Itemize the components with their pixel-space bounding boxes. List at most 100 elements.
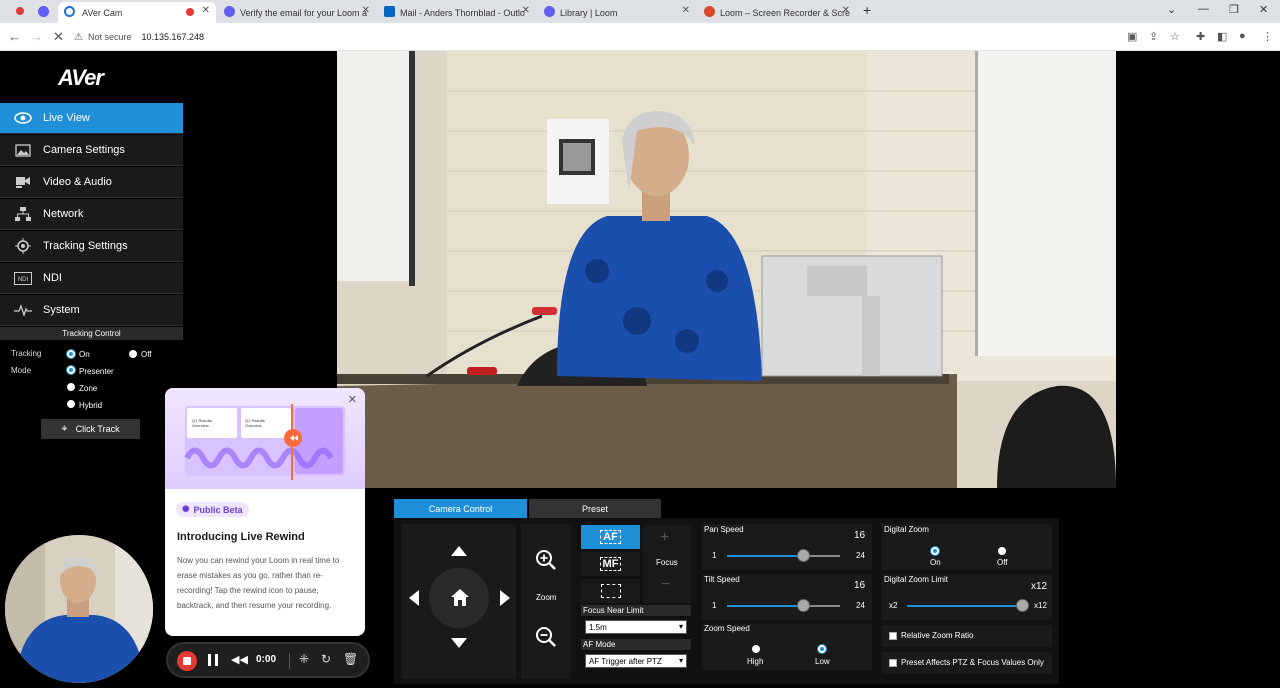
browser-tab-verify-email[interactable]: Verify the email for your Loom a ✕ (218, 2, 376, 23)
network-icon (13, 206, 33, 222)
sidebar-item-live-view[interactable]: Live View (0, 103, 183, 134)
menu-dots-icon[interactable]: ⋮ (1262, 30, 1273, 43)
focus-near-limit-select[interactable]: 1.5m ▾ (585, 620, 687, 634)
live-video-feed[interactable] (337, 51, 1116, 488)
tracking-off-radio[interactable] (129, 350, 137, 358)
minimize-icon[interactable]: — (1198, 3, 1209, 15)
sidebar-item-network[interactable]: Network (0, 199, 183, 230)
browser-tab-loom[interactable] (32, 2, 56, 23)
mode-presenter-radio[interactable] (67, 366, 75, 374)
security-label[interactable]: Not secure (88, 32, 132, 42)
pan-speed-label: Pan Speed (704, 525, 744, 534)
zoom-speed-high-radio[interactable] (752, 645, 760, 653)
share-icon[interactable]: ⇪ (1149, 30, 1158, 43)
outlook-icon (384, 6, 395, 17)
close-icon[interactable]: ✕ (348, 393, 357, 406)
tracking-control-header: Tracking Control (0, 327, 183, 340)
pan-speed-knob[interactable] (797, 549, 810, 562)
zoom-speed-low-radio[interactable] (818, 645, 826, 653)
back-arrow-icon[interactable]: ← (8, 29, 21, 44)
pause-icon[interactable] (208, 654, 218, 666)
browser-tab-aver-cam[interactable]: AVer Cam ✕ (58, 2, 216, 23)
digital-zoom-limit-knob[interactable] (1016, 599, 1029, 612)
sidebar-item-label: Video & Audio (43, 176, 112, 188)
digital-zoom-on-radio[interactable] (931, 547, 939, 555)
trash-icon[interactable]: 🗑 (343, 652, 358, 666)
new-tab-icon[interactable]: + (863, 2, 871, 18)
browser-tab-library-loom[interactable]: Library | Loom ✕ (538, 2, 696, 23)
side-panel-icon[interactable]: ◧ (1217, 30, 1227, 43)
loom-star-icon: ✺ (182, 504, 190, 514)
close-tab-icon[interactable]: ✕ (202, 5, 210, 16)
loom-icon (38, 6, 49, 17)
stop-recording-button[interactable] (177, 651, 197, 671)
browser-tab-loom-recorder[interactable]: Loom – Screen Recorder & Scre ✕ (698, 2, 856, 23)
one-push-focus-button[interactable] (581, 579, 640, 603)
tilt-speed-knob[interactable] (797, 599, 810, 612)
pan-up-arrow-icon[interactable] (451, 546, 467, 556)
zoom-out-icon[interactable] (535, 626, 557, 648)
focus-plus-icon[interactable]: + (660, 529, 669, 547)
forward-arrow-icon[interactable]: → (30, 29, 43, 44)
pan-right-arrow-icon[interactable] (500, 590, 510, 606)
tracking-off-label: Off (141, 350, 152, 359)
close-tab-icon[interactable]: ✕ (362, 5, 370, 16)
restore-icon[interactable]: ❐ (1229, 3, 1239, 16)
focus-label: Focus (656, 558, 678, 567)
url-field[interactable]: ⚠ Not secure 10.135.167.248 (74, 27, 1114, 47)
url-text[interactable]: 10.135.167.248 (142, 32, 205, 42)
tab-camera-control[interactable]: Camera Control (394, 499, 527, 518)
recording-timer: 0:00 (256, 654, 277, 665)
af-mode-select[interactable]: AF Trigger after PTZ ▾ (585, 654, 687, 668)
focus-minus-icon[interactable]: − (661, 576, 670, 594)
tab-preset[interactable]: Preset (529, 499, 661, 518)
bookmark-star-icon[interactable]: ☆ (1170, 30, 1180, 43)
sidebar-item-camera-settings[interactable]: Camera Settings (0, 135, 183, 166)
tracking-on-radio[interactable] (67, 350, 75, 358)
close-tab-icon[interactable]: ✕ (522, 5, 530, 16)
sidebar-item-video-audio[interactable]: Video & Audio (0, 167, 183, 198)
preset-affects-checkbox[interactable] (889, 659, 897, 667)
browser-tab-mail[interactable]: Mail - Anders Thornblad - Outlo ✕ (378, 2, 536, 23)
profile-icon[interactable]: ● (1239, 30, 1246, 42)
home-icon[interactable] (450, 588, 470, 607)
relative-zoom-ratio-checkbox[interactable] (889, 632, 897, 640)
zoom-label: Zoom (536, 593, 557, 602)
browser-tab-loom-record[interactable] (8, 2, 30, 23)
crosshair-icon: ⌖ (61, 422, 68, 435)
mode-zone-radio[interactable] (67, 383, 75, 391)
camera-in-use-icon[interactable]: ▣ (1127, 30, 1137, 43)
sidebar-item-label: NDI (43, 272, 62, 284)
ndi-icon: NDI (13, 270, 33, 286)
loom-camera-bubble[interactable] (5, 535, 153, 683)
digital-zoom-off-radio[interactable] (998, 547, 1006, 555)
sidebar-item-tracking-settings[interactable]: Tracking Settings (0, 231, 183, 262)
pan-left-arrow-icon[interactable] (409, 590, 419, 606)
af-mode-value: AF Trigger after PTZ (589, 656, 662, 666)
rewind-icon[interactable]: ◀◀ (231, 653, 248, 666)
mode-hybrid-radio[interactable] (67, 400, 75, 408)
close-tab-icon[interactable]: ✕ (682, 5, 690, 16)
warning-icon[interactable]: ⚠ (74, 32, 83, 43)
stop-loading-icon[interactable]: ✕ (53, 29, 64, 45)
extensions-icon[interactable]: ✚ (1196, 30, 1205, 43)
tilt-speed-fill (727, 605, 803, 607)
sidebar-item-ndi[interactable]: NDI NDI (0, 263, 183, 294)
pan-down-arrow-icon[interactable] (451, 638, 467, 648)
grid-dots-icon[interactable]: ⁜ (299, 652, 309, 666)
mode-label: Mode (11, 366, 32, 375)
click-track-label: Click Track (75, 424, 120, 434)
restart-icon[interactable]: ↻ (321, 652, 331, 666)
hero-card-2-label: Q1 Results Overview (245, 418, 265, 428)
digital-zoom-limit-label: Digital Zoom Limit (884, 575, 949, 584)
click-track-button[interactable]: ⌖ Click Track (41, 419, 140, 439)
mf-button[interactable]: MF (581, 552, 640, 576)
zoom-in-icon[interactable] (535, 549, 557, 571)
digital-zoom-limit-fill (907, 605, 1023, 607)
sidebar-item-system[interactable]: System (0, 295, 183, 326)
relative-zoom-ratio-label: Relative Zoom Ratio (901, 631, 974, 640)
tab-search-chevron-icon[interactable]: ⌄ (1167, 3, 1176, 16)
close-tab-icon[interactable]: ✕ (842, 5, 850, 16)
close-window-icon[interactable]: ✕ (1259, 3, 1268, 16)
af-button[interactable]: AF (581, 525, 640, 549)
